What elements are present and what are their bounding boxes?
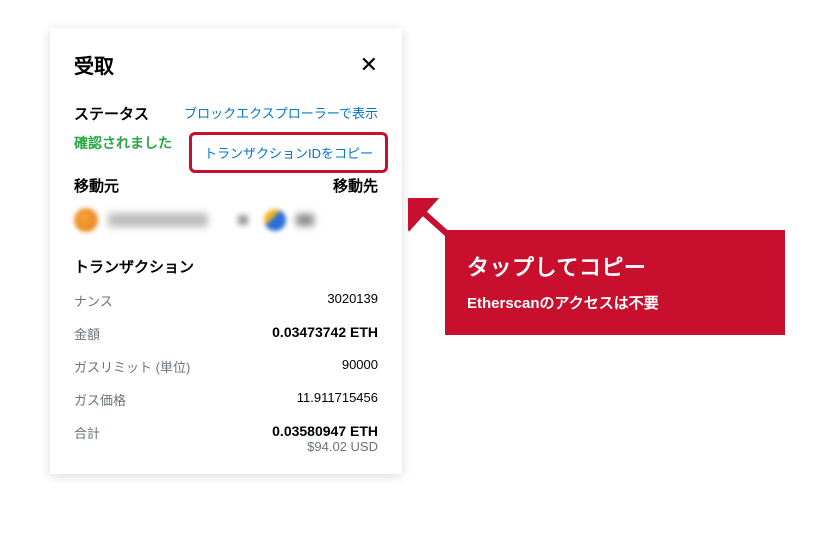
gaslimit-label: ガスリミット (単位) (74, 357, 190, 376)
from-to-row: 移動元 移動先 (74, 175, 378, 196)
to-address-blurred (296, 214, 314, 226)
view-on-explorer-link[interactable]: ブロックエクスプローラーで表示 (184, 103, 378, 122)
total-value: 0.03580947 ETH (272, 423, 378, 439)
amount-label: 金額 (74, 324, 100, 343)
amount-row: 金額 0.03473742 ETH (74, 324, 378, 343)
to-label: 移動先 (333, 175, 378, 196)
gasprice-label: ガス価格 (74, 390, 126, 409)
card-header: 受取 ✕ (74, 50, 378, 79)
transaction-detail-card: 受取 ✕ ステータス ブロックエクスプローラーで表示 トランザクションIDをコピ… (50, 28, 402, 474)
total-label: 合計 (74, 423, 100, 442)
nonce-row: ナンス 3020139 (74, 291, 378, 310)
transaction-section-title: トランザクション (74, 256, 378, 277)
total-value-wrap: 0.03580947 ETH $94.02 USD (272, 423, 378, 454)
total-sub: $94.02 USD (272, 439, 378, 454)
gaslimit-value: 90000 (342, 357, 378, 372)
gasprice-row: ガス価格 11.911715456 (74, 390, 378, 409)
gasprice-value: 11.911715456 (297, 390, 378, 405)
close-icon[interactable]: ✕ (360, 54, 378, 76)
annotation-callout: タップしてコピー Etherscanのアクセスは不要 (445, 230, 785, 335)
from-address-blurred (108, 213, 208, 227)
status-label: ステータス (74, 103, 149, 124)
nonce-value: 3020139 (327, 291, 378, 306)
arrow-icon-blurred (238, 215, 248, 225)
copy-txid-link[interactable]: トランザクションIDをコピー (189, 132, 388, 173)
card-title: 受取 (74, 50, 114, 79)
from-avatar-blurred (74, 208, 98, 232)
from-label: 移動元 (74, 175, 119, 196)
callout-title: タップしてコピー (467, 250, 763, 282)
nonce-label: ナンス (74, 291, 113, 310)
account-row-blurred (74, 206, 378, 234)
gaslimit-row: ガスリミット (単位) 90000 (74, 357, 378, 376)
to-avatar-blurred (264, 209, 286, 231)
status-links: ブロックエクスプローラーで表示 トランザクションIDをコピー (184, 103, 378, 173)
callout-subtitle: Etherscanのアクセスは不要 (467, 292, 763, 313)
total-row: 合計 0.03580947 ETH $94.02 USD (74, 423, 378, 454)
amount-value: 0.03473742 ETH (272, 324, 378, 340)
